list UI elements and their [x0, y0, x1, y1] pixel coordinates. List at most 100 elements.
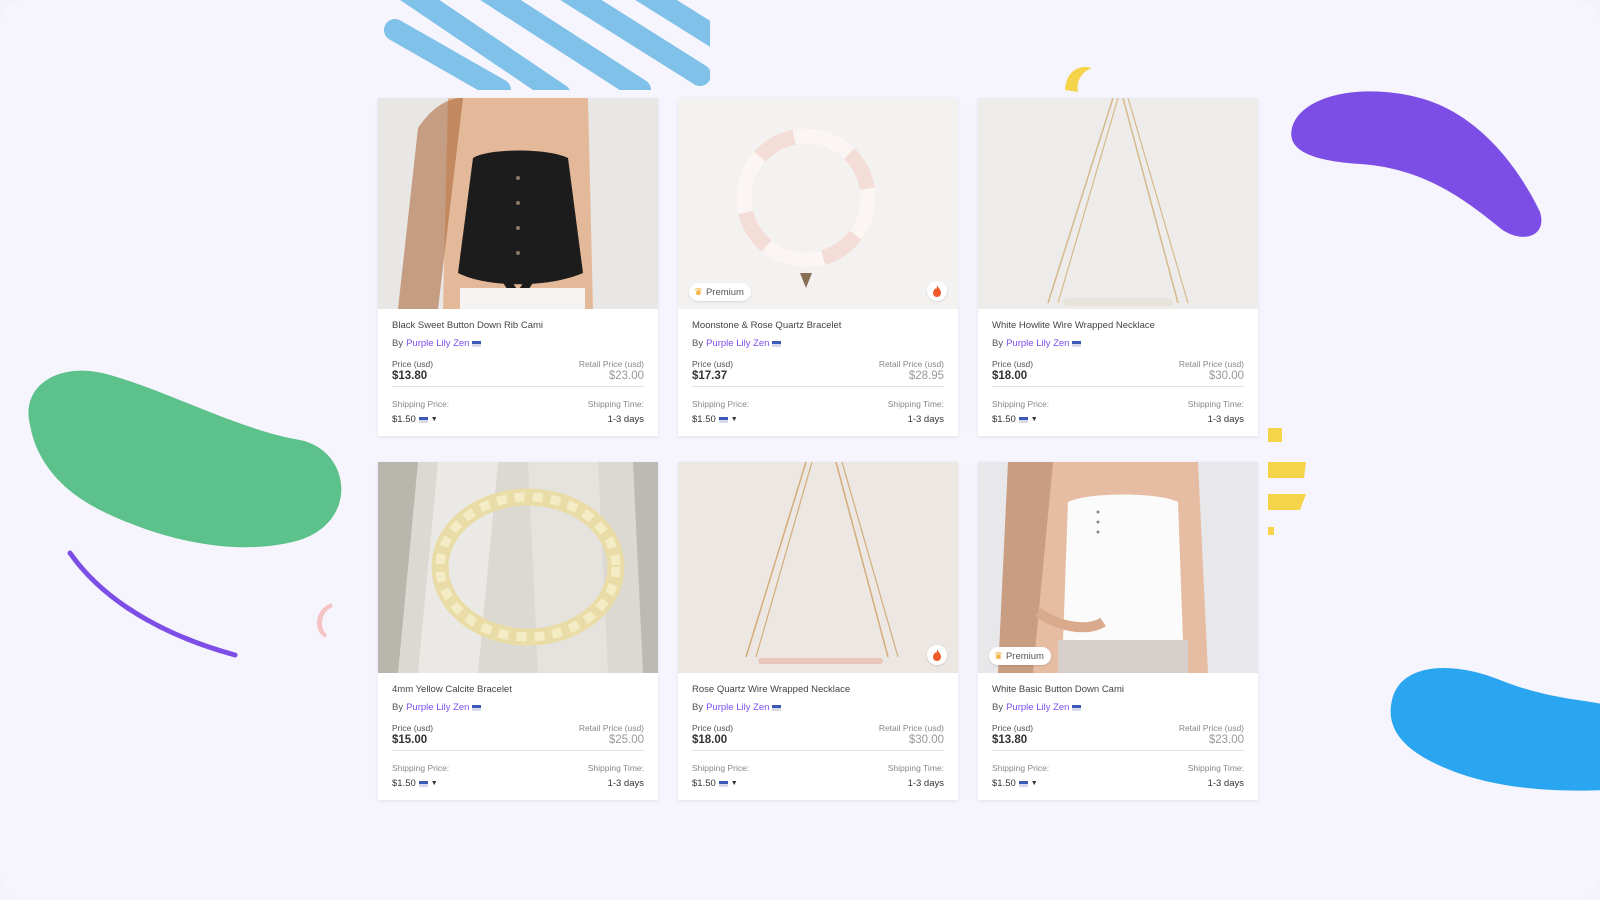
product-card[interactable]: Black Sweet Button Down Rib Cami By Purp…	[378, 98, 658, 436]
vendor-link[interactable]: Purple Lily Zen	[406, 338, 469, 349]
product-card[interactable]: ♛ Premium White Basic Button Down Cami By…	[978, 462, 1258, 800]
product-title[interactable]: 4mm Yellow Calcite Bracelet	[392, 684, 644, 698]
product-title[interactable]: Rose Quartz Wire Wrapped Necklace	[692, 684, 944, 698]
vendor-link[interactable]: Purple Lily Zen	[706, 702, 769, 713]
product-image-calcite-bracelet[interactable]	[378, 462, 658, 673]
shipping-price-value: $1.50	[692, 778, 716, 789]
divider	[692, 386, 944, 387]
shipping-time-value: 1-3 days	[1207, 778, 1244, 789]
product-title[interactable]: White Howlite Wire Wrapped Necklace	[992, 320, 1244, 334]
price-label: Price (usd)	[992, 359, 1034, 369]
retail-price-label: Retail Price (usd)	[1178, 723, 1244, 733]
product-image-howlite-necklace[interactable]	[978, 98, 1258, 309]
blue-blob-shape	[1390, 668, 1600, 791]
price-label: Price (usd)	[692, 359, 734, 369]
premium-badge: ♛ Premium	[689, 283, 751, 301]
chevron-down-icon: ▼	[1030, 780, 1038, 787]
shipping-price-selector[interactable]: $1.50 ▼	[992, 414, 1049, 425]
retail-price-label: Retail Price (usd)	[1178, 359, 1244, 369]
product-card[interactable]: Rose Quartz Wire Wrapped Necklace By Pur…	[678, 462, 958, 800]
shipping-price-selector[interactable]: $1.50 ▼	[692, 778, 749, 789]
shipping-time-label: Shipping Time:	[587, 763, 644, 773]
shipping-time-label: Shipping Time:	[587, 399, 644, 409]
retail-price-value: $28.95	[908, 370, 944, 382]
by-label: By	[692, 338, 704, 349]
price-label: Price (usd)	[692, 723, 734, 733]
vendor-link[interactable]: Purple Lily Zen	[1006, 702, 1069, 713]
shipping-time-label: Shipping Time:	[1187, 763, 1244, 773]
product-title[interactable]: Moonstone & Rose Quartz Bracelet	[692, 320, 944, 334]
product-image-rose-quartz-necklace[interactable]	[678, 462, 958, 673]
us-flag-icon	[418, 780, 428, 787]
retail-price-value: $30.00	[1208, 370, 1244, 382]
price-label: Price (usd)	[992, 723, 1034, 733]
chevron-down-icon: ▼	[430, 780, 438, 787]
price-label: Price (usd)	[392, 723, 434, 733]
pink-moon-shape	[316, 603, 333, 638]
divider	[992, 386, 1244, 387]
shipping-price-value: $1.50	[992, 778, 1016, 789]
price-label: Price (usd)	[392, 359, 434, 369]
product-card[interactable]: White Howlite Wire Wrapped Necklace By P…	[978, 98, 1258, 436]
trending-fire-icon	[927, 281, 947, 301]
shipping-time-value: 1-3 days	[1207, 414, 1244, 425]
us-flag-icon	[772, 704, 782, 711]
shipping-time-label: Shipping Time:	[1187, 399, 1244, 409]
shipping-price-selector[interactable]: $1.50 ▼	[392, 414, 449, 425]
shipping-price-value: $1.50	[692, 414, 716, 425]
price-value: $18.00	[992, 370, 1028, 382]
us-flag-icon	[718, 416, 728, 423]
shipping-price-label: Shipping Price:	[392, 399, 450, 409]
product-image-rose-quartz-bracelet[interactable]: ♛ Premium	[678, 98, 958, 309]
us-flag-icon	[418, 416, 428, 423]
shipping-price-selector[interactable]: $1.50 ▼	[392, 778, 449, 789]
crown-icon: ♛	[694, 286, 703, 298]
divider	[692, 750, 944, 751]
us-flag-icon	[472, 340, 482, 347]
green-blob-shape	[28, 370, 342, 548]
shipping-price-label: Shipping Price:	[992, 399, 1050, 409]
vendor-link[interactable]: Purple Lily Zen	[1006, 338, 1069, 349]
shipping-time-value: 1-3 days	[907, 414, 944, 425]
product-card[interactable]: ♛ Premium Moonstone & Rose Quartz Bracele…	[678, 98, 958, 436]
purple-blob-shape	[1291, 91, 1542, 237]
vendor-link[interactable]: Purple Lily Zen	[706, 338, 769, 349]
premium-badge: ♛ Premium	[989, 647, 1051, 665]
product-image-white-cami[interactable]: ♛ Premium	[978, 462, 1258, 673]
us-flag-icon	[1018, 416, 1028, 423]
retail-price-label: Retail Price (usd)	[578, 359, 644, 369]
by-label: By	[992, 338, 1004, 349]
vendor-link[interactable]: Purple Lily Zen	[406, 702, 469, 713]
shipping-price-label: Shipping Price:	[692, 399, 750, 409]
shipping-price-label: Shipping Price:	[692, 763, 750, 773]
shipping-price-selector[interactable]: $1.50 ▼	[992, 778, 1049, 789]
divider	[392, 386, 644, 387]
retail-price-value: $23.00	[1208, 734, 1244, 746]
divider	[992, 750, 1244, 751]
product-title[interactable]: White Basic Button Down Cami	[992, 684, 1244, 698]
retail-price-label: Retail Price (usd)	[878, 359, 944, 369]
price-value: $13.80	[992, 734, 1028, 746]
product-card[interactable]: 4mm Yellow Calcite Bracelet By Purple Li…	[378, 462, 658, 800]
price-value: $17.37	[692, 370, 728, 382]
us-flag-icon	[1018, 780, 1028, 787]
by-label: By	[392, 338, 404, 349]
divider	[392, 750, 644, 751]
by-label: By	[392, 702, 404, 713]
us-flag-icon	[472, 704, 482, 711]
trending-fire-icon	[927, 645, 947, 665]
blue-stripes-shape	[384, 0, 710, 90]
price-value: $13.80	[392, 370, 428, 382]
price-value: $18.00	[692, 734, 728, 746]
chevron-down-icon: ▼	[1030, 416, 1038, 423]
chevron-down-icon: ▼	[730, 780, 738, 787]
shipping-time-value: 1-3 days	[607, 414, 644, 425]
product-image-black-cami[interactable]	[378, 98, 658, 309]
shipping-price-selector[interactable]: $1.50 ▼	[692, 414, 749, 425]
shipping-price-value: $1.50	[392, 778, 416, 789]
product-title[interactable]: Black Sweet Button Down Rib Cami	[392, 320, 644, 334]
chevron-down-icon: ▼	[430, 416, 438, 423]
shipping-price-value: $1.50	[392, 414, 416, 425]
yellow-arc-shape	[1065, 66, 1092, 92]
purple-stroke-shape	[67, 550, 238, 658]
